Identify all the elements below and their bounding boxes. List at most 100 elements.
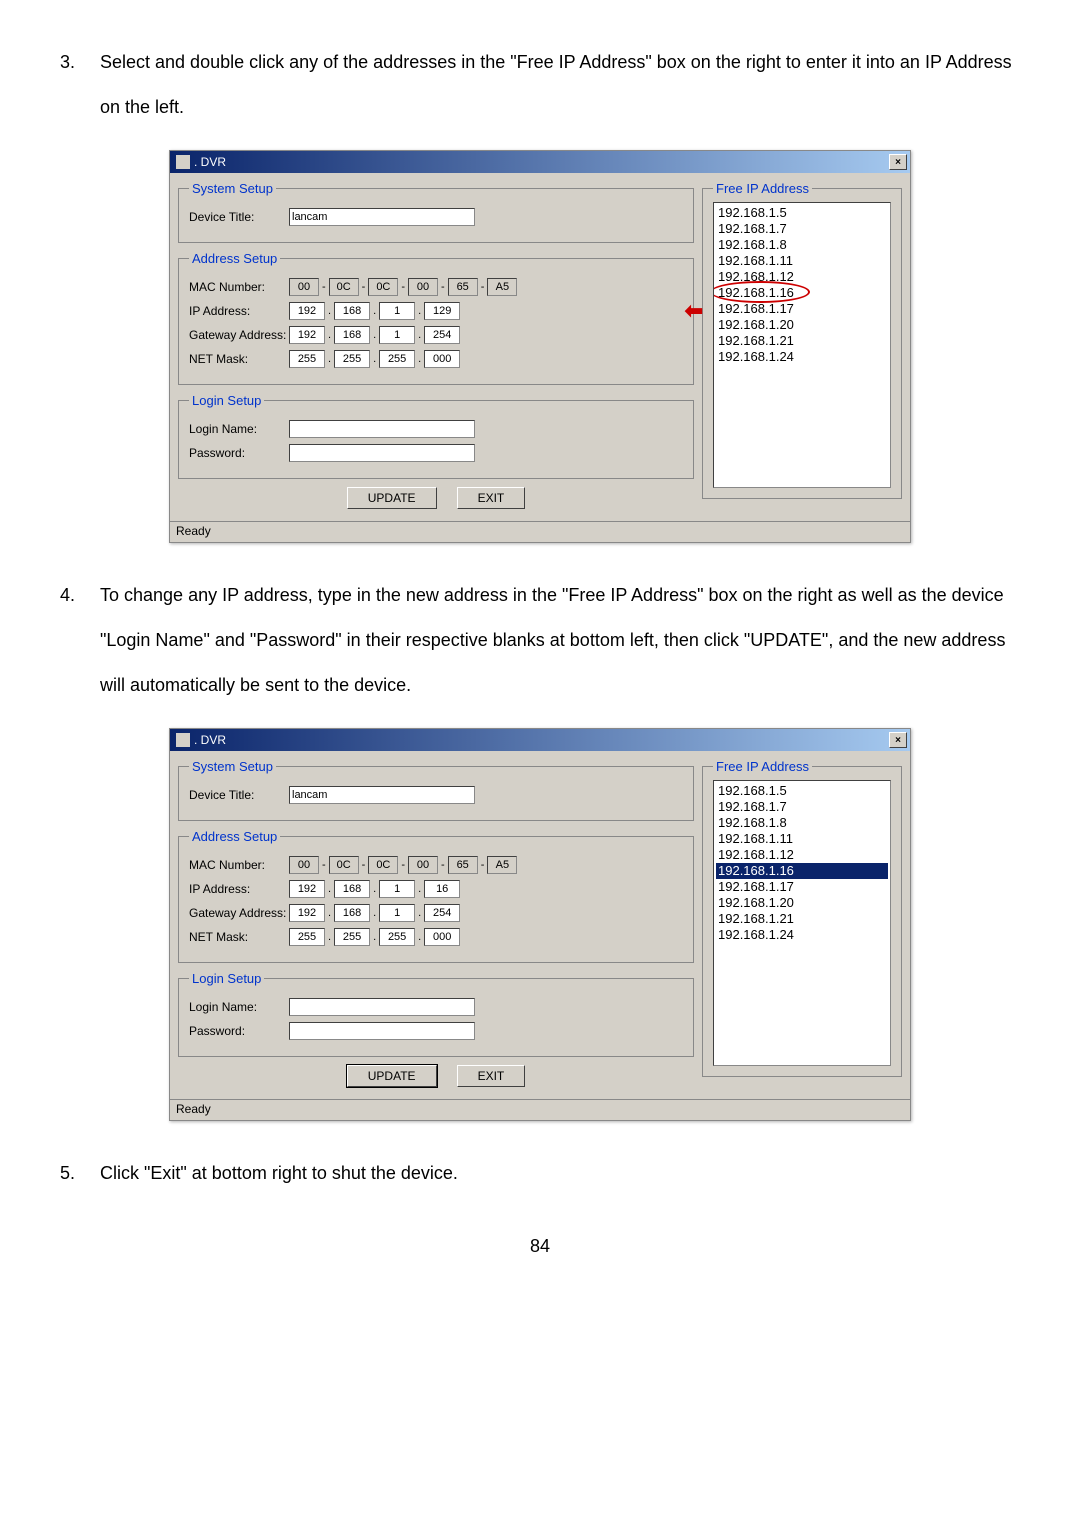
ip-item[interactable]: 192.168.1.12 bbox=[716, 847, 888, 863]
ip-item-selected[interactable]: 192.168.1.16 bbox=[716, 863, 888, 879]
titlebar: . DVR × bbox=[170, 151, 910, 173]
mask-0[interactable] bbox=[289, 928, 325, 946]
mask-0[interactable] bbox=[289, 350, 325, 368]
ip-item[interactable]: 192.168.1.8 bbox=[716, 237, 888, 253]
gw-0[interactable] bbox=[289, 904, 325, 922]
free-ip-listbox[interactable]: 192.168.1.5 192.168.1.7 192.168.1.8 192.… bbox=[713, 202, 891, 488]
mac-4 bbox=[448, 856, 478, 874]
screenshot-1: . DVR × System Setup Device Title: Addre… bbox=[60, 150, 1020, 543]
gw-1[interactable] bbox=[334, 326, 370, 344]
free-ip-legend: Free IP Address bbox=[713, 181, 812, 196]
step-4: 4. To change any IP address, type in the… bbox=[60, 573, 1020, 708]
ip-3[interactable] bbox=[424, 302, 460, 320]
ip-item[interactable]: 192.168.1.7 bbox=[716, 221, 888, 237]
statusbar: Ready bbox=[170, 1099, 910, 1120]
mac-2 bbox=[368, 278, 398, 296]
exit-button[interactable]: EXIT bbox=[457, 487, 526, 509]
gw-2[interactable] bbox=[379, 904, 415, 922]
password-input[interactable] bbox=[289, 1022, 475, 1040]
step-5-num: 5. bbox=[60, 1151, 100, 1196]
ip-item[interactable]: 192.168.1.16 bbox=[716, 285, 888, 301]
gw-3[interactable] bbox=[424, 904, 460, 922]
gw-3[interactable] bbox=[424, 326, 460, 344]
free-ip-group: Free IP Address 192.168.1.5 192.168.1.7 … bbox=[702, 759, 902, 1077]
system-setup-legend: System Setup bbox=[189, 759, 276, 774]
ip-label: IP Address: bbox=[189, 304, 289, 318]
ip-item[interactable]: 192.168.1.5 bbox=[716, 205, 888, 221]
ip-1[interactable] bbox=[334, 880, 370, 898]
mac-label: MAC Number: bbox=[189, 858, 289, 872]
page-number: 84 bbox=[60, 1236, 1020, 1257]
mask-3[interactable] bbox=[424, 928, 460, 946]
ip-item[interactable]: 192.168.1.21 bbox=[716, 911, 888, 927]
device-title-label: Device Title: bbox=[189, 210, 289, 224]
step-5: 5. Click "Exit" at bottom right to shut … bbox=[60, 1151, 1020, 1196]
mac-3 bbox=[408, 278, 438, 296]
address-setup-legend: Address Setup bbox=[189, 251, 280, 266]
login-setup-group: Login Setup Login Name: Password: bbox=[178, 393, 694, 479]
close-button[interactable]: × bbox=[889, 154, 907, 170]
update-button[interactable]: UPDATE bbox=[347, 487, 437, 509]
device-title-input[interactable] bbox=[289, 786, 475, 804]
free-ip-listbox[interactable]: 192.168.1.5 192.168.1.7 192.168.1.8 192.… bbox=[713, 780, 891, 1066]
mask-label: NET Mask: bbox=[189, 352, 289, 366]
window-title: . DVR bbox=[194, 733, 226, 747]
address-setup-group: Address Setup MAC Number: - - - - - bbox=[178, 251, 694, 385]
device-title-input[interactable] bbox=[289, 208, 475, 226]
mac-3 bbox=[408, 856, 438, 874]
step-4-text: To change any IP address, type in the ne… bbox=[100, 573, 1020, 708]
ip-item[interactable]: 192.168.1.11 bbox=[716, 831, 888, 847]
close-button[interactable]: × bbox=[889, 732, 907, 748]
mask-2[interactable] bbox=[379, 928, 415, 946]
gw-label: Gateway Address: bbox=[189, 906, 289, 920]
ip-0[interactable] bbox=[289, 880, 325, 898]
mac-5 bbox=[487, 278, 517, 296]
system-setup-group: System Setup Device Title: bbox=[178, 759, 694, 821]
mac-label: MAC Number: bbox=[189, 280, 289, 294]
ip-item[interactable]: 192.168.1.17 bbox=[716, 879, 888, 895]
free-ip-legend: Free IP Address bbox=[713, 759, 812, 774]
login-name-input[interactable] bbox=[289, 420, 475, 438]
gw-2[interactable] bbox=[379, 326, 415, 344]
login-name-input[interactable] bbox=[289, 998, 475, 1016]
gw-1[interactable] bbox=[334, 904, 370, 922]
mask-label: NET Mask: bbox=[189, 930, 289, 944]
mask-2[interactable] bbox=[379, 350, 415, 368]
step-4-num: 4. bbox=[60, 573, 100, 708]
exit-button[interactable]: EXIT bbox=[457, 1065, 526, 1087]
ip-3[interactable] bbox=[424, 880, 460, 898]
mac-0 bbox=[289, 278, 319, 296]
ip-item[interactable]: 192.168.1.24 bbox=[716, 927, 888, 943]
ip-2[interactable] bbox=[379, 880, 415, 898]
update-button[interactable]: UPDATE bbox=[347, 1065, 437, 1087]
password-input[interactable] bbox=[289, 444, 475, 462]
step-3-num: 3. bbox=[60, 40, 100, 130]
ip-item[interactable]: 192.168.1.20 bbox=[716, 317, 888, 333]
dvr-window-1: . DVR × System Setup Device Title: Addre… bbox=[169, 150, 911, 543]
ip-item[interactable]: 192.168.1.12 bbox=[716, 269, 888, 285]
mask-1[interactable] bbox=[334, 928, 370, 946]
ip-item[interactable]: 192.168.1.11 bbox=[716, 253, 888, 269]
ip-item[interactable]: 192.168.1.20 bbox=[716, 895, 888, 911]
ip-label: IP Address: bbox=[189, 882, 289, 896]
ip-item[interactable]: 192.168.1.21 bbox=[716, 333, 888, 349]
gw-label: Gateway Address: bbox=[189, 328, 289, 342]
address-setup-group: Address Setup MAC Number: - - - - - bbox=[178, 829, 694, 963]
password-label: Password: bbox=[189, 1024, 289, 1038]
ip-item[interactable]: 192.168.1.5 bbox=[716, 783, 888, 799]
mask-1[interactable] bbox=[334, 350, 370, 368]
login-setup-legend: Login Setup bbox=[189, 393, 264, 408]
gw-0[interactable] bbox=[289, 326, 325, 344]
ip-item[interactable]: 192.168.1.7 bbox=[716, 799, 888, 815]
ip-1[interactable] bbox=[334, 302, 370, 320]
window-title: . DVR bbox=[194, 155, 226, 169]
free-ip-group: Free IP Address 192.168.1.5 192.168.1.7 … bbox=[702, 181, 902, 499]
mac-1 bbox=[329, 278, 359, 296]
arrow-icon: ⬅ bbox=[685, 298, 703, 324]
ip-2[interactable] bbox=[379, 302, 415, 320]
ip-item[interactable]: 192.168.1.17 bbox=[716, 301, 888, 317]
mask-3[interactable] bbox=[424, 350, 460, 368]
ip-item[interactable]: 192.168.1.8 bbox=[716, 815, 888, 831]
ip-0[interactable] bbox=[289, 302, 325, 320]
ip-item[interactable]: 192.168.1.24 bbox=[716, 349, 888, 365]
